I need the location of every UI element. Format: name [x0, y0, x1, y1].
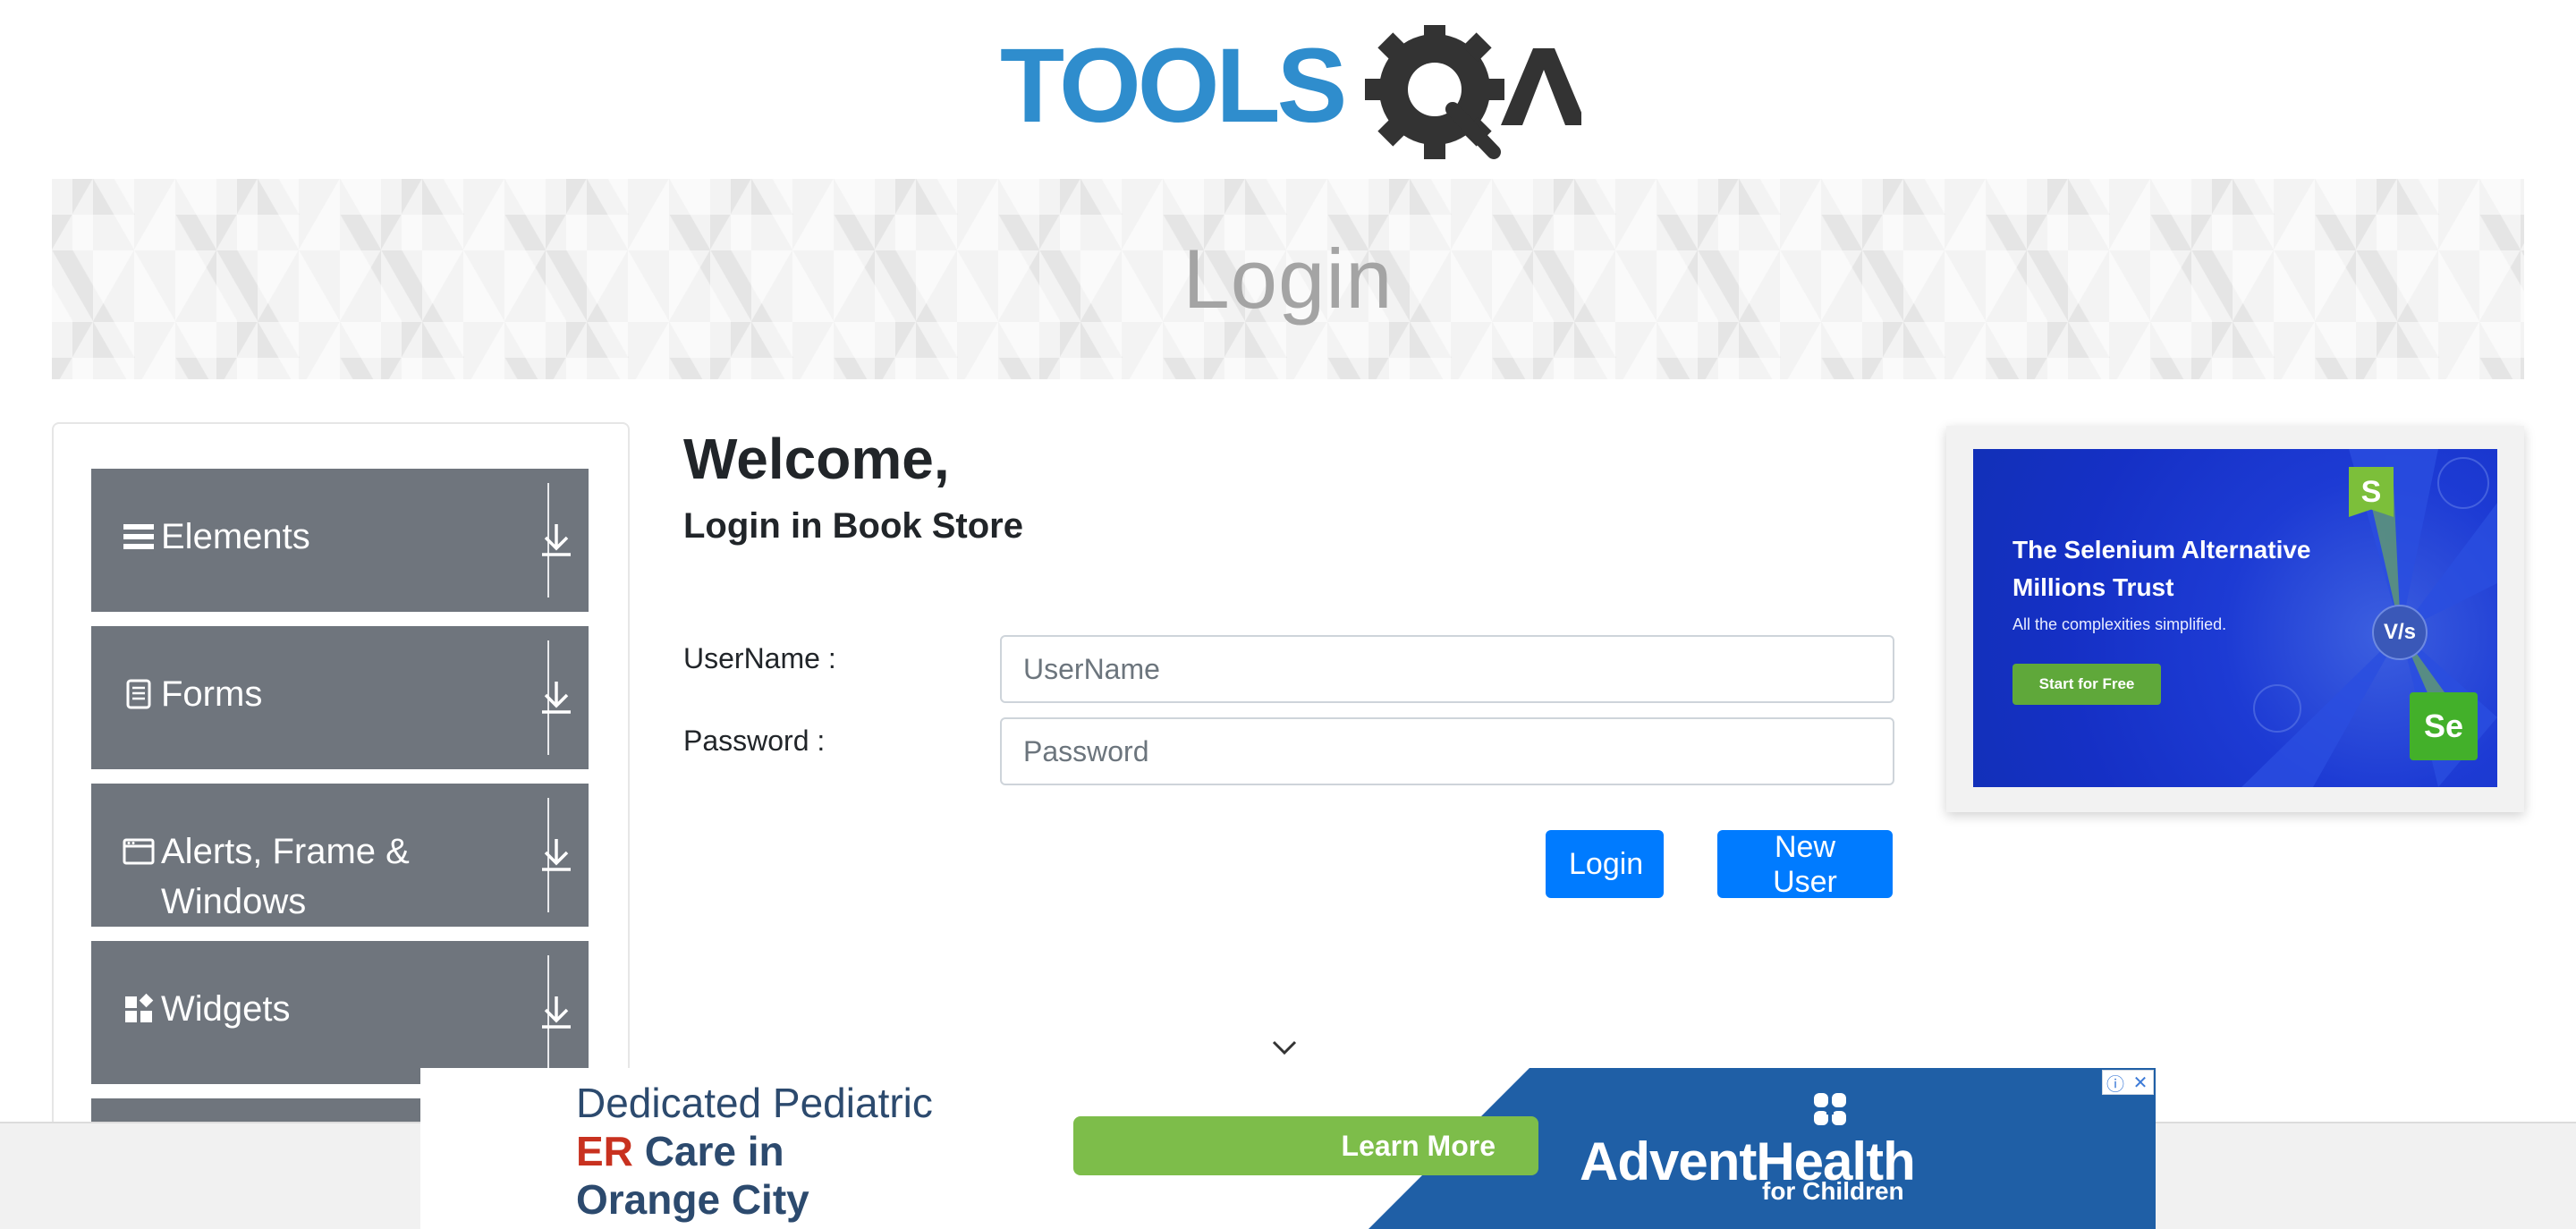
- nav-group-label: Forms: [161, 674, 263, 714]
- learn-more-button[interactable]: Learn More: [1073, 1116, 1538, 1175]
- nav-group-elements[interactable]: Elements: [91, 469, 589, 612]
- new-user-button[interactable]: New User: [1717, 830, 1893, 899]
- download-arrow-icon[interactable]: [537, 678, 576, 717]
- widgets-icon: [122, 991, 156, 1027]
- hamburger-icon: [122, 519, 156, 555]
- headline-er: ER: [576, 1128, 633, 1174]
- close-icon[interactable]: ✕: [2128, 1071, 2153, 1094]
- welcome-heading: Welcome,: [683, 427, 950, 491]
- document-icon: [122, 676, 156, 712]
- password-label: Password :: [683, 725, 826, 757]
- info-icon[interactable]: ⓘ: [2103, 1071, 2128, 1095]
- ad-subtitle: All the complexities simplified.: [2012, 615, 2227, 633]
- adventhealth-logo-icon: [1809, 1089, 1852, 1132]
- headline-line-1: Dedicated Pediatric: [576, 1080, 933, 1126]
- nav-group-label: Elements: [161, 517, 310, 556]
- nav-group-label: Alerts, Frame & Windows: [161, 832, 410, 921]
- bottom-advertisement[interactable]: Dedicated Pediatric ER Care in Orange Ci…: [420, 1068, 2156, 1229]
- ad-brand-sub: for Children: [1762, 1177, 1904, 1205]
- headline-line-3: Orange City: [576, 1176, 809, 1223]
- ad-start-free-button[interactable]: Start for Free: [2012, 664, 2161, 705]
- username-input[interactable]: [1000, 635, 1894, 703]
- ad-vs-circle: V/s: [2372, 605, 2428, 660]
- page-title: Login: [1182, 232, 1394, 326]
- nav-group-forms[interactable]: Forms: [91, 626, 589, 769]
- bottom-ad-headline: Dedicated Pediatric ER Care in Orange Ci…: [576, 1079, 933, 1224]
- toolsqa-logo[interactable]: TOOLS: [1000, 25, 1581, 168]
- download-arrow-icon[interactable]: [537, 521, 576, 560]
- ad-title: The Selenium Alternative Millions Trust: [2012, 536, 2311, 601]
- headline-line-2: ER Care in: [576, 1127, 933, 1175]
- download-arrow-icon[interactable]: [537, 835, 576, 875]
- password-input[interactable]: [1000, 717, 1894, 785]
- username-label: UserName :: [683, 642, 836, 674]
- svg-text:TOOLS: TOOLS: [1000, 27, 1344, 145]
- side-advertisement[interactable]: S V/s Se The Selenium Alternative Millio…: [1946, 426, 2524, 812]
- chevron-down-icon[interactable]: [1268, 1036, 1301, 1059]
- selenium-badge: Se: [2410, 692, 2478, 760]
- window-icon: [122, 834, 156, 869]
- login-button[interactable]: Login: [1546, 830, 1664, 898]
- page-header-banner: Login: [52, 179, 2524, 379]
- nav-group-label: Widgets: [161, 989, 291, 1029]
- nav-group-alerts-frame-windows[interactable]: Alerts, Frame & Windows: [91, 784, 589, 927]
- ad-choices[interactable]: ⓘ ✕: [2102, 1070, 2154, 1095]
- download-arrow-icon[interactable]: [537, 993, 576, 1032]
- ad-badge-s: S: [2349, 467, 2394, 517]
- headline-care-in: Care in: [644, 1128, 784, 1174]
- nav-group-widgets[interactable]: Widgets: [91, 941, 589, 1084]
- login-subtitle: Login in Book Store: [683, 506, 1023, 546]
- ad-creative[interactable]: S V/s Se The Selenium Alternative Millio…: [1973, 449, 2497, 787]
